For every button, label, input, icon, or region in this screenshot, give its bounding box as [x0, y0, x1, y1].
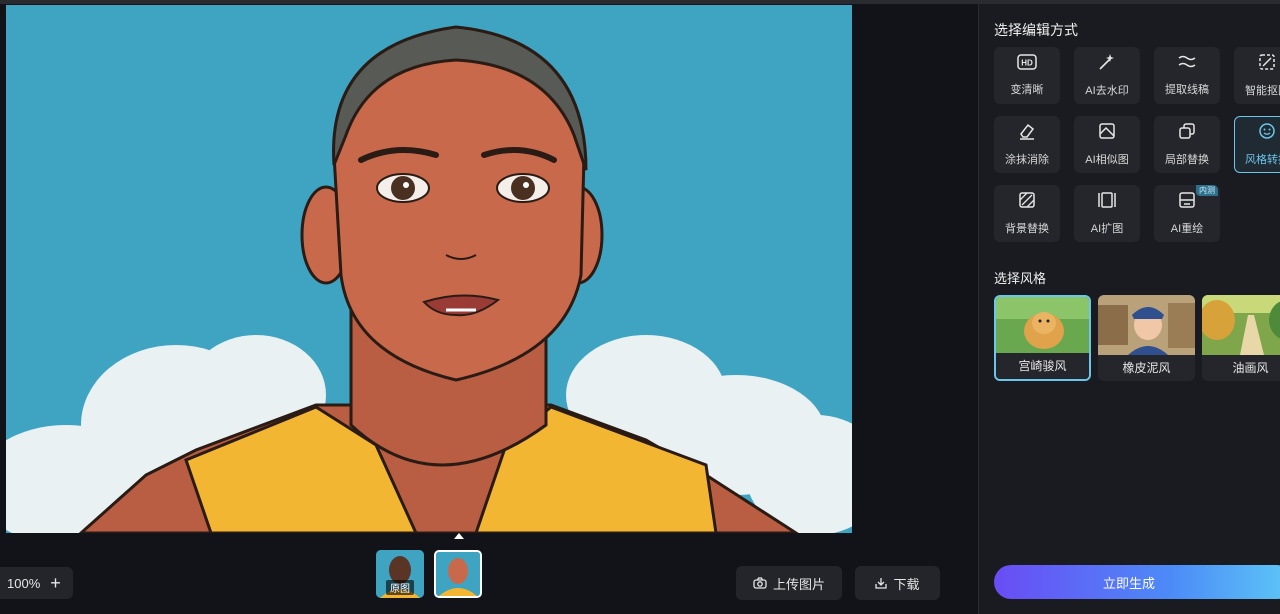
tool-smart-cutout[interactable]: 智能抠图 [1234, 47, 1280, 104]
background-replace-icon [1018, 191, 1036, 214]
tool-remove-watermark[interactable]: AI去水印 [1074, 47, 1140, 104]
tool-label: 局部替换 [1165, 154, 1209, 166]
active-thumbnail-caret [454, 533, 464, 539]
download-label: 下载 [893, 576, 920, 592]
cutout-icon [1258, 53, 1276, 76]
upload-label: 上传图片 [772, 576, 825, 592]
hd-icon: HD [1017, 54, 1037, 75]
tool-extract-lineart[interactable]: 提取线稿 [1154, 47, 1220, 104]
tool-label: 风格转换 [1245, 154, 1280, 166]
zoom-control[interactable]: 100% + [0, 567, 73, 599]
tool-label: 提取线稿 [1165, 84, 1209, 96]
partial-replace-icon [1178, 122, 1196, 145]
right-panel: 选择编辑方式 HD 变清晰 AI去水印 提取线稿 智能抠图 涂抹消除 AI相似图… [978, 4, 1280, 614]
beta-badge: 内测 [1196, 185, 1218, 196]
tool-label: 背景替换 [1005, 223, 1049, 235]
result-image [6, 5, 852, 533]
camera-icon [753, 577, 767, 589]
tool-erase[interactable]: 涂抹消除 [994, 116, 1060, 173]
style-transfer-icon [1258, 122, 1276, 145]
tool-label: 涂抹消除 [1005, 154, 1049, 166]
tool-expand-image[interactable]: AI扩图 [1074, 185, 1140, 242]
thumbnail-result[interactable] [434, 550, 482, 598]
style-label: 油画风 [1202, 355, 1280, 381]
style-card-oil-painting[interactable]: 油画风 [1202, 295, 1280, 381]
magic-wand-icon [1098, 53, 1116, 76]
expand-icon [1097, 191, 1117, 214]
tool-redraw[interactable]: 内测 AI重绘 [1154, 185, 1220, 242]
tool-background-replace[interactable]: 背景替换 [994, 185, 1060, 242]
original-tag: 原图 [386, 580, 414, 595]
thumbnail-original[interactable]: 原图 [376, 550, 424, 598]
tool-label: 智能抠图 [1245, 85, 1280, 97]
similar-image-icon [1098, 122, 1116, 145]
style-label: 宫崎骏风 [996, 353, 1089, 379]
tool-label: AI扩图 [1090, 223, 1124, 235]
zoom-in-button[interactable]: + [50, 574, 61, 592]
edit-mode-title: 选择编辑方式 [994, 22, 1078, 38]
style-card-clay[interactable]: 橡皮泥风 [1098, 295, 1195, 381]
download-button[interactable]: 下载 [855, 566, 940, 600]
canvas-area [0, 4, 978, 539]
tool-label: AI去水印 [1085, 85, 1129, 97]
tool-label: AI重绘 [1170, 223, 1204, 235]
download-icon [875, 577, 888, 589]
tool-label: 变清晰 [1010, 84, 1044, 96]
bottom-toolbar: 100% + 原图 上传图片 下载 [0, 533, 978, 614]
lineart-icon [1177, 54, 1197, 75]
tool-enhance[interactable]: HD 变清晰 [994, 47, 1060, 104]
zoom-level: 100% [7, 575, 41, 591]
tool-similar-image[interactable]: AI相似图 [1074, 116, 1140, 173]
style-card-miyazaki[interactable]: 宫崎骏风 [994, 295, 1091, 381]
upload-image-button[interactable]: 上传图片 [736, 566, 842, 600]
tool-style-transfer[interactable]: 风格转换 [1234, 116, 1280, 173]
eraser-icon [1018, 122, 1036, 145]
style-label: 橡皮泥风 [1098, 355, 1195, 381]
tool-label: AI相似图 [1085, 154, 1129, 166]
style-section-title: 选择风格 [994, 271, 1047, 286]
generate-button[interactable]: 立即生成 [994, 565, 1280, 599]
tool-partial-replace[interactable]: 局部替换 [1154, 116, 1220, 173]
redraw-icon [1178, 191, 1196, 214]
svg-text:HD: HD [1021, 59, 1033, 68]
